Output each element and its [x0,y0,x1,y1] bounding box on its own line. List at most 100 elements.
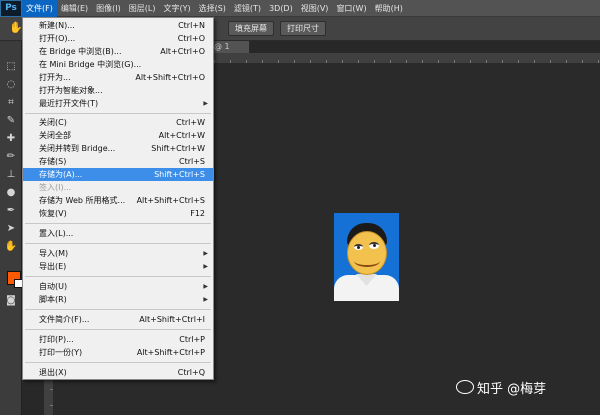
menu-item-label: 新建(N)... [39,21,75,30]
menu-item-file-info[interactable]: 文件简介(F)... Alt+Shift+Ctrl+I [23,313,213,326]
menu-item-label: 脚本(R) [39,295,67,304]
file-menu-dropdown: 新建(N)... Ctrl+N 打开(O)... Ctrl+O 在 Bridge 中… [22,17,214,380]
menu-item-label: 导入(M) [39,249,69,258]
eyedropper-tool-icon[interactable]: ✎ [3,113,19,129]
menu-item-print-one-copy[interactable]: 打印一份(Y) Alt+Shift+Ctrl+P [23,346,213,359]
menu-item-browse-bridge[interactable]: 在 Bridge 中浏览(B)... Alt+Ctrl+O [23,45,213,58]
menu-item-label: 最近打开文件(T) [39,99,99,108]
menu-edit[interactable]: 编辑(E) [57,0,92,17]
menu-window[interactable]: 窗口(W) [332,0,370,17]
app-logo: Ps [0,0,22,17]
menu-help[interactable]: 帮助(H) [371,0,407,17]
stamp-tool-icon[interactable]: ⊥ [3,167,19,183]
menu-item-label: 打印一份(Y) [39,348,83,357]
menu-item-label: 打开(O)... [39,34,76,43]
menu-item-label: 自动(U) [39,282,68,291]
menu-item-exit[interactable]: 退出(X) Ctrl+Q [23,366,213,379]
healing-brush-icon[interactable]: ✚ [3,131,19,147]
submenu-arrow-icon: ▶ [203,296,208,303]
menu-item-shortcut: Ctrl+N [178,21,205,30]
menu-item-import[interactable]: 导入(M) ▶ [23,247,213,260]
menu-separator [25,113,211,114]
watermark-text: 知乎 @梅芽 [477,381,547,397]
lasso-tool-icon[interactable]: ◌ [3,77,19,93]
submenu-arrow-icon: ▶ [203,100,208,107]
menu-item-recent-files[interactable]: 最近打开文件(T) ▶ [23,97,213,110]
menu-item-label: 存储为(A)... [39,170,83,179]
menu-item-label: 恢复(V) [39,209,67,218]
menu-item-open[interactable]: 打开(O)... Ctrl+O [23,32,213,45]
watermark: 知乎 @梅芽 [456,378,547,397]
menu-item-shortcut: Alt+Shift+Ctrl+S [136,196,205,205]
menu-item-shortcut: Shift+Ctrl+S [154,170,205,179]
menu-separator [25,243,211,244]
menu-item-label: 置入(L)... [39,229,74,238]
menu-view[interactable]: 视图(V) [297,0,333,17]
menu-item-export[interactable]: 导出(E) ▶ [23,260,213,273]
menu-bar: Ps 文件(F) 编辑(E) 图像(I) 图层(L) 文字(Y) 选择(S) 滤… [0,0,600,17]
menu-item-shortcut: Ctrl+W [176,118,205,127]
menu-item-revert[interactable]: 恢复(V) F12 [23,207,213,220]
menu-item-print[interactable]: 打印(P)... Ctrl+P [23,333,213,346]
menu-item-label: 在 Mini Bridge 中浏览(G)... [39,60,142,69]
menu-item-label: 签入(I)... [39,183,72,192]
menu-item-save-as[interactable]: 存储为(A)... Shift+Ctrl+S [23,168,213,181]
menu-separator [25,329,211,330]
pen-tool-icon[interactable]: ✒ [3,203,19,219]
menu-item-close[interactable]: 关闭(C) Ctrl+W [23,116,213,129]
mouth [354,255,380,267]
menu-item-shortcut: Ctrl+O [177,34,205,43]
menu-item-shortcut: F12 [190,209,205,218]
menu-filter[interactable]: 滤镜(T) [230,0,265,17]
wechat-icon [456,380,474,394]
blur-tool-icon[interactable]: ● [3,185,19,201]
menu-item-automate[interactable]: 自动(U) ▶ [23,280,213,293]
submenu-arrow-icon: ▶ [203,283,208,290]
menu-item-shortcut: Ctrl+P [179,335,205,344]
menu-separator [25,223,211,224]
menu-separator [25,362,211,363]
path-select-icon[interactable]: ➤ [3,221,19,237]
menu-item-label: 关闭全部 [39,131,71,140]
hand-tool-sidebar-icon[interactable]: ✋ [3,239,19,255]
menu-item-shortcut: Ctrl+S [178,157,205,166]
menu-image[interactable]: 图像(I) [92,0,125,17]
menu-item-save[interactable]: 存储(S) Ctrl+S [23,155,213,168]
left-pupil [357,246,360,249]
fill-screen-button[interactable]: 填充屏幕 [228,21,274,36]
menu-item-label: 存储(S) [39,157,67,166]
menu-item-place[interactable]: 置入(L)... [23,227,213,240]
tools-panel: ⬚ ◌ ⌗ ✎ ✚ ✏ ⊥ ● ✒ ➤ ✋ ◙ [0,41,23,415]
menu-item-new[interactable]: 新建(N)... Ctrl+N [23,19,213,32]
document-tab[interactable]: @ 1 [210,41,250,53]
marquee-tool-icon[interactable]: ⬚ [3,59,19,75]
crop-tool-icon[interactable]: ⌗ [3,95,19,111]
menu-item-close-all[interactable]: 关闭全部 Alt+Ctrl+W [23,129,213,142]
menu-item-save-for-web[interactable]: 存储为 Web 所用格式... Alt+Shift+Ctrl+S [23,194,213,207]
menu-item-label: 打开为... [39,73,71,82]
menu-file[interactable]: 文件(F) [22,0,57,17]
menu-item-open-smart-object[interactable]: 打开为智能对象... [23,84,213,97]
menu-item-browse-mini-bridge[interactable]: 在 Mini Bridge 中浏览(G)... [23,58,213,71]
print-size-button[interactable]: 打印尺寸 [280,21,326,36]
menu-separator [25,309,211,310]
menu-item-scripts[interactable]: 脚本(R) ▶ [23,293,213,306]
menu-layer[interactable]: 图层(L) [125,0,160,17]
menu-3d[interactable]: 3D(D) [265,0,297,17]
menu-item-shortcut: Alt+Ctrl+O [160,47,205,56]
menu-select[interactable]: 选择(S) [195,0,230,17]
menu-item-label: 关闭(C) [39,118,67,127]
brush-tool-icon[interactable]: ✏ [3,149,19,165]
menu-item-shortcut: Alt+Shift+Ctrl+I [139,315,205,324]
submenu-arrow-icon: ▶ [203,250,208,257]
menu-item-label: 导出(E) [39,262,67,271]
menu-item-shortcut: Ctrl+Q [177,368,205,377]
menu-item-label: 文件简介(F)... [39,315,90,324]
menu-item-shortcut: Alt+Ctrl+W [158,131,205,140]
quick-mask-icon[interactable]: ◙ [3,293,19,309]
menu-item-close-go-bridge[interactable]: 关闭并转到 Bridge... Shift+Ctrl+W [23,142,213,155]
menu-item-open-as[interactable]: 打开为... Alt+Shift+Ctrl+O [23,71,213,84]
menu-item-shortcut: Alt+Shift+Ctrl+P [136,348,205,357]
menu-item-label: 退出(X) [39,368,67,377]
menu-type[interactable]: 文字(Y) [159,0,194,17]
